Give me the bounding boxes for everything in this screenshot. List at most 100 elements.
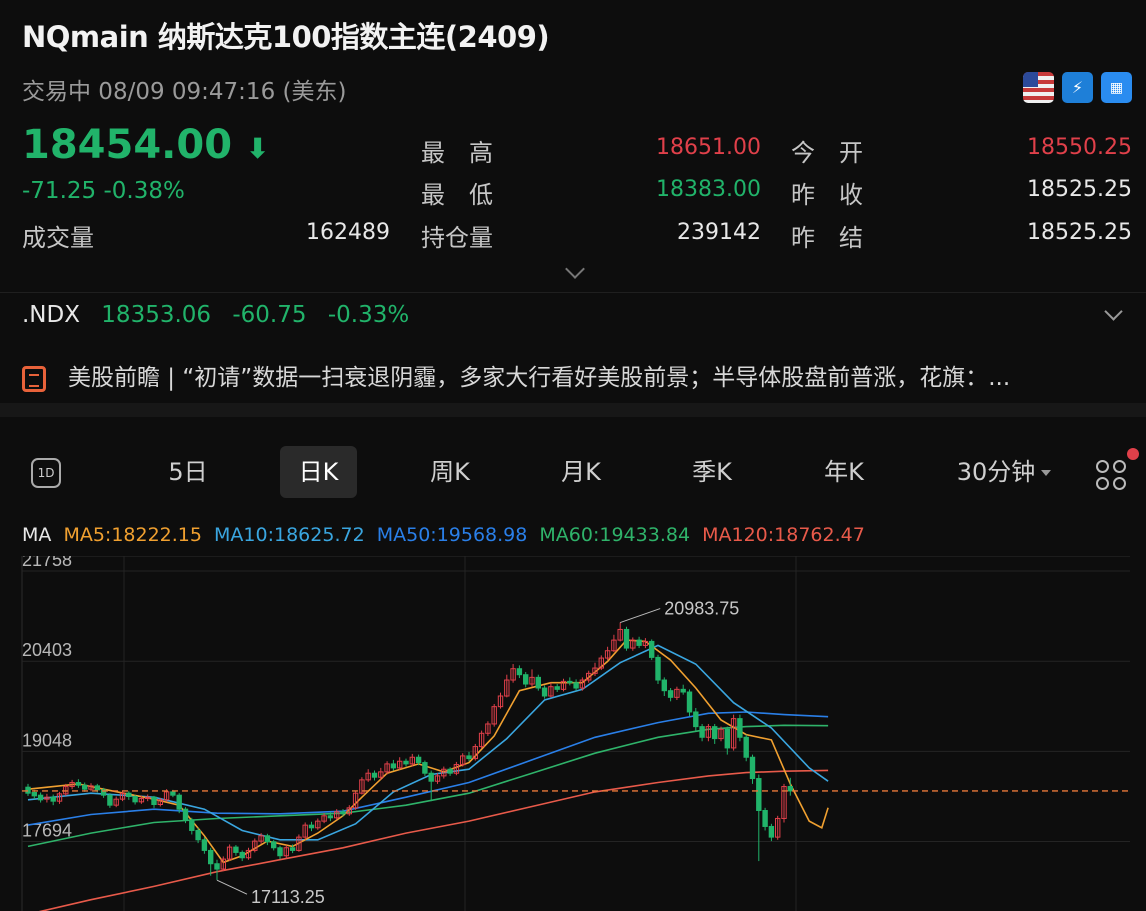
- volume-label: 成交量: [22, 224, 94, 252]
- news-ticker[interactable]: 美股前瞻 | “初请”数据一扫衰退阴霾，多家大行看好美股前景；半导体股盘前普涨，…: [22, 358, 1122, 392]
- ma-title: MA: [22, 524, 52, 546]
- candle-body: [554, 686, 560, 690]
- tab-quarter-k[interactable]: 季K: [672, 446, 752, 498]
- candle-body: [649, 640, 655, 658]
- candle-body: [214, 863, 220, 870]
- tab-5day[interactable]: 5日: [148, 446, 228, 498]
- candle-body: [94, 785, 100, 791]
- low-annotation-label: 17113.25: [251, 887, 325, 907]
- high-annotation-leader: [620, 608, 661, 624]
- candle-body: [277, 847, 283, 857]
- open-interest-value: 239142: [677, 220, 761, 245]
- index-row[interactable]: .NDX 18353.06 -60.75 -0.33%: [22, 302, 409, 328]
- candle-body: [189, 819, 195, 831]
- candle-body: [371, 772, 378, 778]
- news-text: 美股前瞻 | “初请”数据一扫衰退阴霾，多家大行看好美股前景；半导体股盘前普涨，…: [68, 365, 1011, 391]
- candle-body: [151, 796, 157, 806]
- high-value: 18651.00: [656, 135, 761, 160]
- interval-dropdown[interactable]: 30分钟: [944, 446, 1064, 498]
- candle-body: [75, 782, 82, 786]
- candle-body: [661, 679, 667, 692]
- news-icon: [22, 365, 46, 392]
- high-annotation-label: 20983.75: [664, 599, 739, 619]
- tab-month-k[interactable]: 月K: [541, 446, 621, 498]
- candle-body: [737, 718, 743, 738]
- candle-body: [516, 668, 523, 676]
- y-tick-label: 17694: [22, 821, 72, 841]
- ma120-label: MA120:18762.47: [702, 524, 865, 546]
- ma10-label: MA10:18625.72: [214, 524, 365, 546]
- candle-body: [132, 796, 138, 803]
- candle-body: [415, 756, 422, 764]
- index-change: -60.75: [232, 302, 307, 328]
- candle-body: [271, 841, 277, 849]
- candle-body: [403, 760, 409, 765]
- tab-week-k[interactable]: 周K: [410, 446, 490, 498]
- index-chevron-down-icon[interactable]: [1104, 302, 1123, 321]
- candle-body: [636, 639, 642, 646]
- candle-body: [712, 726, 718, 740]
- candle-body: [535, 676, 541, 689]
- prev-settle-label: 昨 结: [791, 224, 863, 252]
- candle-body: [428, 772, 434, 782]
- candle-body: [289, 847, 296, 851]
- low-annotation-leader: [216, 879, 248, 895]
- candle-body: [176, 794, 182, 810]
- down-arrow-icon: ⬇: [245, 132, 270, 165]
- price-change: -71.25 -0.38%: [22, 178, 185, 204]
- period-tabs: 1D 5日 日K 周K 月K 季K 年K 30分钟: [0, 446, 1146, 502]
- candle-body: [768, 825, 775, 838]
- candle-body: [523, 674, 529, 685]
- candle-body: [541, 687, 548, 697]
- open-value: 18550.25: [1027, 135, 1132, 160]
- bank-icon[interactable]: ▦: [1101, 72, 1132, 103]
- open-label: 今 开: [791, 139, 863, 167]
- candle-body: [50, 796, 56, 802]
- tab-1d-icon[interactable]: 1D: [31, 458, 61, 488]
- expand-chevron-icon[interactable]: [565, 259, 585, 279]
- market-icons: ⚡ ▦: [1023, 72, 1132, 103]
- candle-body: [667, 690, 674, 698]
- index-change-pct: -0.33%: [327, 302, 410, 328]
- candle-body: [107, 794, 113, 806]
- candle-body: [239, 851, 245, 859]
- candlestick-chart[interactable]: 21758 20403 19048 17694 20983.75 17113.25: [0, 556, 1146, 911]
- y-tick-label: 19048: [22, 730, 72, 750]
- index-price: 18353.06: [101, 302, 212, 328]
- page-title: NQmain 纳斯达克100指数主连(2409): [22, 20, 550, 54]
- candle-body: [749, 756, 756, 780]
- candle-body: [37, 794, 44, 801]
- candle-body: [573, 682, 579, 689]
- more-grid-icon[interactable]: [1096, 460, 1126, 490]
- prev-close-value: 18525.25: [1027, 177, 1132, 202]
- candle-body: [466, 755, 472, 760]
- candle-body: [195, 829, 201, 841]
- ma50-label: MA50:19568.98: [376, 524, 528, 546]
- candle-body: [680, 688, 686, 693]
- tab-day-k[interactable]: 日K: [280, 446, 357, 498]
- tab-year-k[interactable]: 年K: [804, 446, 884, 498]
- candle-body: [390, 763, 397, 769]
- candle-body: [655, 656, 661, 681]
- candle-body: [126, 792, 132, 798]
- level2-icon[interactable]: ⚡: [1062, 72, 1093, 103]
- candle-body: [264, 835, 271, 843]
- volume-value: 162489: [306, 220, 390, 245]
- candle-body: [25, 786, 31, 794]
- low-label: 最 低: [421, 181, 493, 209]
- low-value: 18383.00: [656, 177, 761, 202]
- candle-body: [762, 809, 768, 827]
- candle-body: [447, 768, 453, 774]
- divider: [0, 292, 1146, 293]
- candle-body: [201, 839, 208, 851]
- us-flag-icon[interactable]: [1023, 72, 1054, 103]
- interval-label: 30分钟: [956, 458, 1036, 486]
- candle-body: [182, 808, 189, 821]
- prev-settle-value: 18525.25: [1027, 220, 1132, 245]
- prev-close-label: 昨 收: [791, 181, 863, 209]
- ma-legend: MA MA5:18222.15 MA10:18625.72 MA50:19568…: [22, 524, 871, 546]
- candle-body: [623, 628, 630, 649]
- candle-body: [686, 691, 693, 713]
- candle-body: [208, 849, 214, 865]
- candle-body: [743, 736, 749, 758]
